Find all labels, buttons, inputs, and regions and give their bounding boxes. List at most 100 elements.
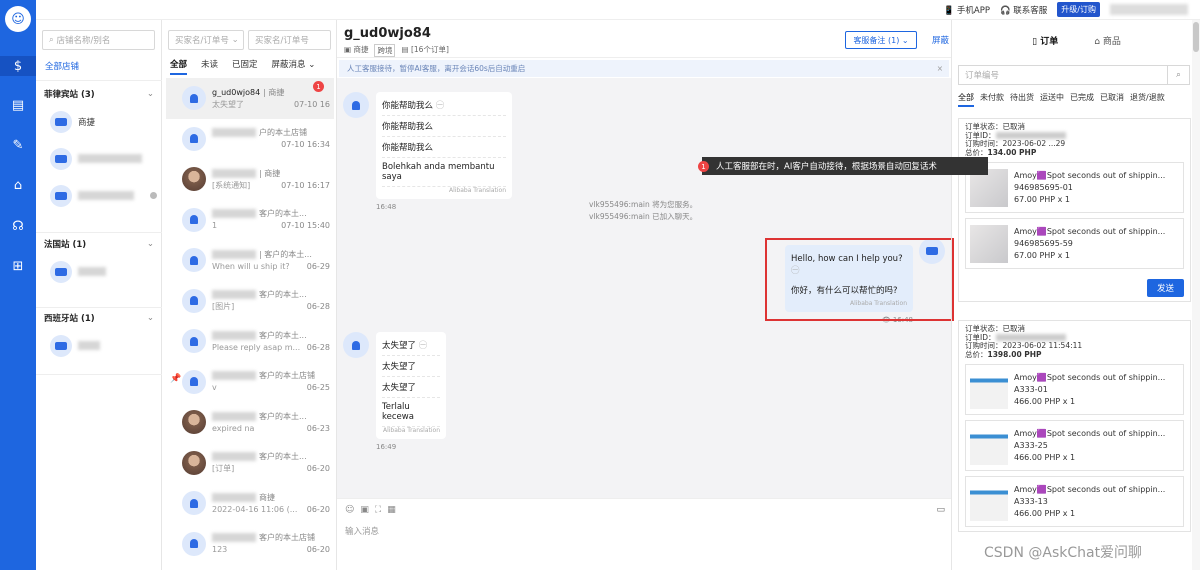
shop-avatar-icon: [50, 260, 72, 283]
quick-reply-icon[interactable]: ▭: [936, 505, 945, 515]
shop-item[interactable]: [36, 140, 162, 177]
tab-orders[interactable]: ▯ 订单: [1032, 34, 1058, 47]
tab-pinned[interactable]: 已固定: [232, 58, 258, 75]
bag-icon[interactable]: ⛶: [375, 505, 381, 515]
chat-list-item[interactable]: 客户的本土... [订单] 06-20: [166, 443, 334, 484]
shop-name: [78, 267, 106, 276]
product-item[interactable]: Amoy🟪Spot seconds out of shippin... 9469…: [965, 162, 1184, 213]
order-total: 1398.00 PHP: [987, 349, 1042, 359]
chat-list-item[interactable]: 商捷 2022-04-16 11:06 (... 06-20: [166, 483, 334, 524]
orders-count[interactable]: ▤ [16个订单]: [401, 44, 448, 57]
scrollbar[interactable]: [1192, 20, 1200, 570]
product-sku: A333-25: [1014, 440, 1048, 450]
shop-icon[interactable]: $: [0, 56, 36, 76]
chat-list-item[interactable]: 客户的本土... Please reply asap m... 06-28: [166, 321, 334, 362]
chat-list-item[interactable]: | 客户的本土... When will u ship it? 06-29: [166, 240, 334, 281]
order-card: 订单状态：已取消 订单ID： 订购时间：2023-06-02 ...29 总价：…: [958, 118, 1191, 302]
tab-blocked[interactable]: 屏蔽消息 ⌄: [272, 58, 316, 75]
chat-list-item[interactable]: 客户的本土... 1 07-10 15:40: [166, 200, 334, 241]
ai-tooltip: 人工客服部在时，AI客户自动接待，根据场景自动回复话术: [702, 157, 988, 175]
order-filter-tab[interactable]: 全部: [958, 92, 974, 107]
order-id: [995, 334, 1066, 341]
chat-list-item[interactable]: 客户的本土... expired na 06-23: [166, 402, 334, 443]
shop-avatar-icon: [50, 184, 72, 207]
group-header[interactable]: 法国站 (1) ⌄: [36, 235, 162, 253]
doc-icon[interactable]: ▤: [8, 95, 28, 115]
store-icon[interactable]: ⌂: [8, 175, 28, 195]
contact-support-link[interactable]: 🎧 联系客服: [1000, 4, 1047, 16]
robot-logo-icon[interactable]: ☺: [5, 6, 31, 32]
send-order-button[interactable]: 发送: [1147, 279, 1184, 297]
translate-icon[interactable]: ㊀: [436, 101, 445, 111]
chat-name: [212, 290, 256, 299]
message-input[interactable]: 输入消息: [345, 525, 379, 537]
tab-products[interactable]: ⌂ 商品: [1094, 34, 1121, 47]
tab-all[interactable]: 全部: [170, 58, 188, 75]
shop-search-input[interactable]: ⌕ 店铺名称/别名: [42, 30, 155, 50]
upgrade-button[interactable]: 升级/订购: [1057, 2, 1100, 17]
order-filter-tab[interactable]: 已完成: [1070, 92, 1094, 107]
product-price: 466.00 PHP x 1: [1014, 396, 1076, 406]
order-filter-tab[interactable]: 运送中: [1040, 92, 1064, 107]
account-name[interactable]: [1110, 4, 1188, 15]
shop-item[interactable]: [36, 327, 162, 364]
message-area: 你能帮助我么 ㊀ 你能帮助我么 你能帮助我么 Bolehkah anda mem…: [337, 78, 954, 498]
coupon-icon[interactable]: ▦: [387, 505, 396, 515]
group-spain: 西班牙站 (1) ⌄: [36, 309, 162, 364]
product-price: 67.00 PHP x 1: [1014, 250, 1071, 260]
close-icon[interactable]: ×: [937, 60, 943, 77]
translate-icon[interactable]: ㊀: [419, 341, 428, 351]
chat-shop: | 客户的本土...: [259, 249, 312, 259]
group-header[interactable]: 西班牙站 (1) ⌄: [36, 309, 162, 327]
image-icon[interactable]: ▣: [360, 505, 369, 515]
shop-item[interactable]: [36, 177, 162, 214]
chat-shop: 客户的本土...: [259, 452, 307, 461]
chat-list-item[interactable]: 客户的本土... [图片] 06-28: [166, 281, 334, 322]
tab-unread[interactable]: 未读: [201, 58, 218, 75]
buyer-avatar: [182, 491, 206, 515]
chat-preview: [订单]: [212, 464, 235, 473]
buyer-avatar: [182, 126, 206, 151]
order-filter-tab[interactable]: 未付款: [980, 92, 1004, 107]
headset-icon[interactable]: ☊: [8, 216, 28, 236]
chat-list-item[interactable]: 户的本土店铺 07-10 16:34: [166, 119, 334, 160]
edit-icon[interactable]: ✎: [8, 135, 28, 155]
chat-time: 06-29: [306, 261, 330, 271]
apps-icon[interactable]: ⊞: [8, 256, 28, 276]
buyer-avatar: [343, 332, 369, 358]
order-filter-tab[interactable]: 已取消: [1100, 92, 1124, 107]
product-item[interactable]: Amoy🟪Spot seconds out of shippin... A333…: [965, 420, 1184, 471]
chat-list-item[interactable]: g_ud0wjo84 | 商捷 太失望了 07-10 16 1: [166, 78, 334, 119]
product-title: Amoy🟪Spot seconds out of shippin...: [1014, 372, 1166, 382]
incoming-message: 你能帮助我么 ㊀ 你能帮助我么 你能帮助我么 Bolehkah anda mem…: [376, 92, 512, 211]
product-title: Amoy🟪Spot seconds out of shippin...: [1014, 170, 1166, 180]
order-search-input[interactable]: 买家名/订单号: [248, 30, 331, 50]
shop-item[interactable]: 商捷: [36, 103, 162, 140]
chat-list-item[interactable]: 客户的本土店铺 123 06-20: [166, 524, 334, 565]
buyer-avatar: [182, 288, 206, 313]
watermark: CSDN @AskChat爱问聊: [984, 545, 1143, 561]
buyer-search-select[interactable]: 买家名/订单号 ⌄: [168, 30, 244, 50]
product-item[interactable]: Amoy🟪Spot seconds out of shippin... A333…: [965, 364, 1184, 415]
shop-item[interactable]: [36, 253, 162, 290]
order-filter-tab[interactable]: 待出货: [1010, 92, 1034, 107]
emoji-icon[interactable]: ☺: [345, 505, 354, 515]
chat-preview: 1: [212, 221, 218, 230]
chat-time: 07-10 16:17: [281, 180, 330, 190]
all-shops-link[interactable]: 全部店铺: [45, 60, 79, 72]
product-sku: A333-01: [1014, 384, 1048, 394]
shop-panel: ⌕ 店铺名称/别名 全部店铺 菲律宾站 (3) ⌄ 商捷 法国站 (1) ⌄ 西班牙…: [36, 20, 162, 570]
chat-list-item[interactable]: | 商捷 [系统通知] 07-10 16:17: [166, 159, 334, 200]
order-filter-tab[interactable]: 退货/退款: [1130, 92, 1165, 107]
order-small-icon: ▤: [401, 45, 409, 54]
chat-list-item[interactable]: 客户的本土店铺 v 06-25 📌: [166, 362, 334, 403]
service-note-button[interactable]: 客服备注 (1) ⌄: [845, 31, 917, 49]
search-icon[interactable]: ⌕: [1167, 66, 1189, 84]
group-header[interactable]: 菲律宾站 (3) ⌄: [36, 85, 162, 103]
block-link[interactable]: 屏蔽: [932, 34, 949, 46]
product-item[interactable]: Amoy🟪Spot seconds out of shippin... 9469…: [965, 218, 1184, 269]
order-number-search-input[interactable]: 订单编号 ⌕: [958, 65, 1190, 85]
mobile-app-link[interactable]: 📱 手机APP: [944, 4, 990, 16]
chat-list: g_ud0wjo84 | 商捷 太失望了 07-10 16 1 户的本土店铺 07-…: [166, 78, 334, 564]
product-item[interactable]: Amoy🟪Spot seconds out of shippin... A333…: [965, 476, 1184, 527]
